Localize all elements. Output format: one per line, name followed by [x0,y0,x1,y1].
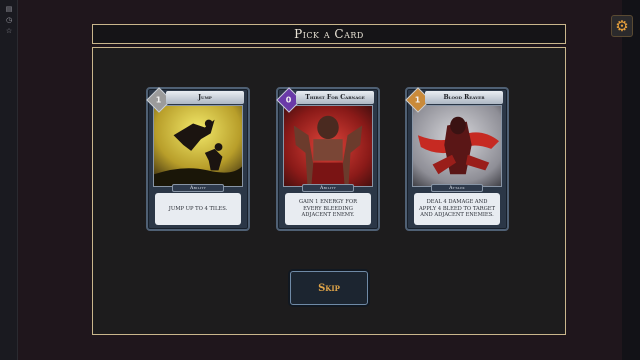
card-name: Thirst For Carnage [305,94,365,101]
type-banner: Attack [431,184,483,192]
description-box: Deal 4 damage and apply 4 Bleed to targe… [414,193,500,225]
left-toolbar: ▤ ◷ ☆ [0,0,18,360]
cost-value: 0 [286,95,292,105]
card-thirst-for-carnage[interactable]: 0 Thirst For Carnage Ability Gain 1 Ener… [276,87,380,231]
name-banner: Jump [166,91,244,104]
skip-label: Skip [318,282,340,294]
name-banner: Blood Reaver [425,91,503,104]
card-description: Gain 1 Energy for every bleeding adjacen… [299,199,357,219]
gear-icon: ⚙ [615,17,629,35]
card-description: Jump up to 4 tiles. [168,205,228,212]
name-banner: Thirst For Carnage [296,91,374,104]
card-description: Deal 4 damage and apply 4 Bleed to targe… [418,199,496,219]
card-art [412,105,502,187]
cost-value: 1 [415,95,421,105]
skip-button[interactable]: Skip [290,271,368,305]
star-icon[interactable]: ☆ [5,27,13,35]
card-blood-reaver[interactable]: 1 Blood Reaver Attack Deal 4 damage and … [405,87,509,231]
description-box: Gain 1 Energy for every bleeding adjacen… [285,193,371,225]
title-bar: Pick a Card [92,24,566,44]
settings-button[interactable]: ⚙ [611,15,633,37]
card-type: Attack [449,185,465,191]
page-title: Pick a Card [294,27,364,41]
right-edge [622,0,640,360]
card-name: Jump [198,94,212,101]
card-art [153,105,243,187]
description-box: Jump up to 4 tiles. [155,193,241,225]
type-banner: Ability [172,184,224,192]
card-type: Ability [320,185,336,191]
card-name: Blood Reaver [443,94,485,101]
clock-icon[interactable]: ◷ [5,16,13,24]
file-icon[interactable]: ▤ [5,5,13,13]
card-type: Ability [190,185,206,191]
card-jump[interactable]: 1 Jump Ability Jump up to 4 tiles. [146,87,250,231]
type-banner: Ability [302,184,354,192]
card-art [283,105,373,187]
cost-value: 1 [156,95,162,105]
